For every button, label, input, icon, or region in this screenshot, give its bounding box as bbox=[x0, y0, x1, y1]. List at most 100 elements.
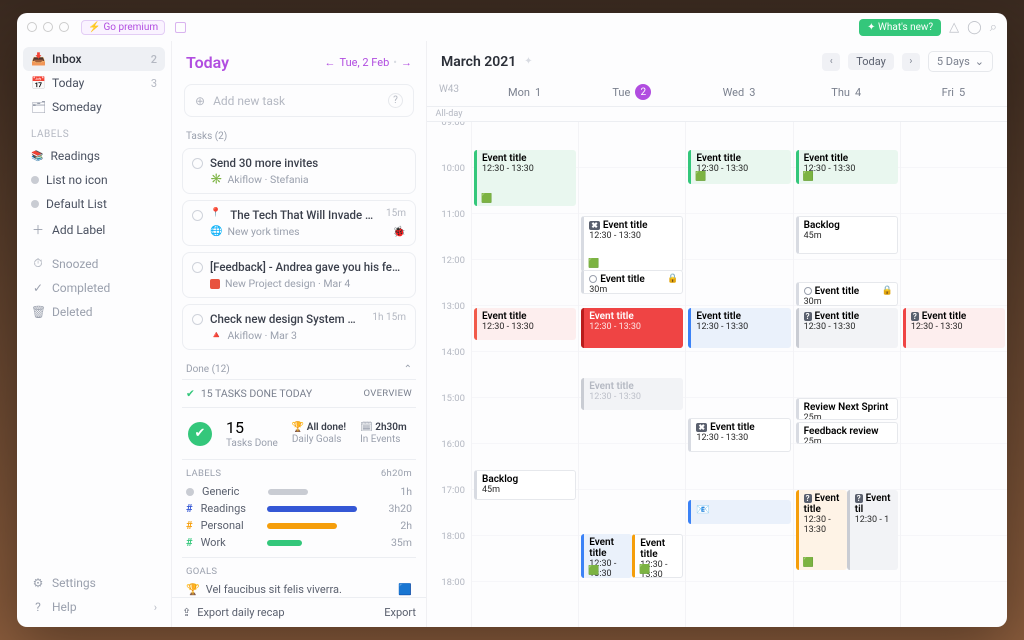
calendar-event[interactable]: ?Event title12:30 - 13:30 bbox=[903, 308, 1005, 348]
calendar-event[interactable]: Event title12:30 - 13:30 bbox=[581, 378, 683, 410]
done-header[interactable]: Done (12)⌃ bbox=[182, 356, 416, 379]
calendar-event[interactable]: ✖Event title12:30 - 13:30🟩 bbox=[581, 216, 683, 272]
chevron-up-icon: ⌃ bbox=[404, 364, 412, 375]
calendar-event[interactable]: Event title12:30 - 13:30 bbox=[688, 308, 790, 348]
sidebar-label[interactable]: 📚Readings bbox=[23, 144, 165, 168]
calendar-event[interactable]: 📧 bbox=[688, 500, 790, 524]
day-header[interactable]: Mon1 bbox=[471, 78, 578, 106]
calendar-event[interactable]: Feedback review25m bbox=[796, 422, 898, 444]
goals-block: GOALS 🏆Vel faucibus sit felis viverra.🟦🏆… bbox=[182, 558, 416, 597]
label-icon: 📚 bbox=[31, 151, 43, 162]
calendar-event[interactable]: ?Event til12:30 - 1 bbox=[847, 490, 898, 570]
add-label-button[interactable]: ＋Add Label bbox=[23, 216, 165, 243]
plus-icon: ⊕ bbox=[195, 94, 205, 108]
task-checkbox[interactable] bbox=[192, 314, 203, 325]
calendar-event[interactable]: Event title30m🔒 bbox=[581, 270, 683, 294]
task-checkbox[interactable] bbox=[192, 210, 203, 221]
calendar-event[interactable]: Event title12:30 - 13:30 bbox=[581, 308, 683, 348]
calendar-grid[interactable]: 09:0010:0011:0012:0013:0014:0015:0016:00… bbox=[427, 122, 1007, 627]
calendar-event[interactable]: ?Event title12:30 - 13:30 bbox=[796, 308, 898, 348]
sidebar-label[interactable]: List no icon bbox=[23, 168, 165, 192]
label-stat-row: #Personal2h bbox=[186, 519, 412, 532]
export-icon: ⇪ bbox=[182, 606, 191, 619]
check-icon: ✔ bbox=[188, 422, 212, 446]
calendar-event[interactable]: Backlog45m bbox=[474, 470, 576, 500]
go-premium-button[interactable]: ⚡ Go premium bbox=[81, 20, 165, 35]
sidebar-item-settings[interactable]: ⚙Settings bbox=[23, 571, 165, 595]
calendar-day-headers: W43 Mon1Tue2Wed3Thu4Fri5 bbox=[427, 78, 1007, 107]
sidebar-item-snoozed[interactable]: ⏱Snoozed bbox=[23, 251, 165, 276]
day-header[interactable]: Fri5 bbox=[900, 78, 1007, 106]
calendar-event[interactable]: Event title12:30 - 13:30 bbox=[474, 308, 576, 340]
calendar-event[interactable]: Backlog45m bbox=[796, 216, 898, 254]
sidebar-label[interactable]: Default List bbox=[23, 192, 165, 216]
calendar-event[interactable]: Event title12:30 - 13:30🟩 bbox=[474, 150, 576, 206]
task-item[interactable]: Check new design System and impro…1h 15m… bbox=[182, 304, 416, 350]
date-nav[interactable]: ← Tue, 2 Feb • → bbox=[325, 56, 412, 69]
sidebar-item-completed[interactable]: ✓Completed bbox=[23, 276, 165, 300]
week-number: W43 bbox=[427, 78, 471, 106]
allday-row: All-day bbox=[427, 107, 1007, 122]
labels-block: LABELS6h20m Generic1h#Readings3h20#Perso… bbox=[182, 460, 416, 558]
gift-icon[interactable] bbox=[175, 22, 186, 33]
prev-week-button[interactable]: ‹ bbox=[822, 53, 840, 71]
calendar-event[interactable]: Event title12:30 - 13:30🟩 bbox=[688, 150, 790, 184]
chevron-down-icon: ⌄ bbox=[975, 55, 984, 68]
prev-day-icon[interactable]: ← bbox=[325, 56, 336, 69]
calendar-panel: March 2021 ✦ ‹ Today › 5 Days ⌄ W43 Mon1… bbox=[427, 41, 1007, 627]
next-week-button[interactable]: › bbox=[902, 53, 920, 71]
calendar-event[interactable]: ✖Event title12:30 - 13:30 bbox=[688, 418, 790, 452]
calendar-event[interactable]: Event title30m🔒 bbox=[796, 282, 898, 306]
labels-section-header: LABELS bbox=[23, 119, 165, 144]
today-button[interactable]: Today bbox=[848, 53, 894, 70]
calendar-event[interactable]: Review Next Sprint25m bbox=[796, 398, 898, 420]
notifications-icon[interactable]: △ bbox=[949, 20, 959, 35]
task-item[interactable]: [Feedback] - Andrea gave you his fee…New… bbox=[182, 252, 416, 298]
sync-icon[interactable]: ◯ bbox=[967, 20, 982, 35]
task-item[interactable]: 📍The Tech That Will Invade Our Lives i…1… bbox=[182, 200, 416, 246]
sidebar-item-today[interactable]: 📅Today3 bbox=[23, 71, 165, 95]
sidebar-item-someday[interactable]: 🗂Someday bbox=[23, 95, 165, 119]
label-color-icon bbox=[31, 176, 39, 184]
nav-icon: 📥 bbox=[31, 52, 45, 66]
plus-icon: ＋ bbox=[31, 221, 45, 238]
sidebar-item-inbox[interactable]: 📥Inbox2 bbox=[23, 47, 165, 71]
nav-icon: 🗂 bbox=[31, 100, 45, 114]
day-header[interactable]: Thu4 bbox=[793, 78, 900, 106]
traffic-max-icon[interactable] bbox=[59, 22, 69, 32]
day-header[interactable]: Tue2 bbox=[578, 78, 685, 106]
traffic-min-icon[interactable] bbox=[43, 22, 53, 32]
label-stat-row: #Readings3h20 bbox=[186, 502, 412, 515]
label-color-icon bbox=[31, 200, 39, 208]
titlebar: ⚡ Go premium ✦ What's new? △ ◯ ⌕ bbox=[17, 13, 1007, 41]
day-header[interactable]: Wed3 bbox=[685, 78, 792, 106]
sidebar: 📥Inbox2📅Today3🗂Someday LABELS 📚ReadingsL… bbox=[17, 41, 172, 627]
lock-icon: 🔒 bbox=[667, 274, 678, 284]
task-checkbox[interactable] bbox=[192, 262, 203, 273]
add-task-input[interactable]: ⊕ Add new task ? bbox=[184, 84, 414, 117]
calendar-event[interactable]: Event title12:30 - 13:30🟩 bbox=[581, 534, 632, 578]
sidebar-item-deleted[interactable]: 🗑Deleted bbox=[23, 300, 165, 324]
lock-icon: 🔒 bbox=[882, 286, 893, 296]
chevron-right-icon: › bbox=[154, 601, 157, 614]
calendar-event[interactable]: Event title12:30 - 13:30🟩 bbox=[796, 150, 898, 184]
task-checkbox[interactable] bbox=[192, 158, 203, 169]
whats-new-button[interactable]: ✦ What's new? bbox=[859, 19, 941, 36]
calendar-event[interactable]: Event title12:30 - 13:30🟩 bbox=[632, 534, 683, 578]
sidebar-item-help[interactable]: ?Help› bbox=[23, 595, 165, 619]
label-stat-row: Generic1h bbox=[186, 485, 412, 498]
export-bar[interactable]: ⇪ Export daily recap Export bbox=[172, 597, 426, 627]
nav-icon: ✓ bbox=[31, 281, 45, 295]
help-icon[interactable]: ? bbox=[388, 93, 403, 108]
traffic-close-icon[interactable] bbox=[27, 22, 37, 32]
task-item[interactable]: Send 30 more invites✳️Akiflow · Stefania bbox=[182, 148, 416, 194]
search-icon[interactable]: ⌕ bbox=[990, 20, 997, 35]
range-select[interactable]: 5 Days ⌄ bbox=[928, 51, 993, 72]
nav-icon: 📅 bbox=[31, 76, 45, 90]
today-panel: Today ← Tue, 2 Feb • → ⊕ Add new task ? … bbox=[172, 41, 427, 627]
next-day-icon[interactable]: → bbox=[401, 56, 412, 69]
calendar-month: March 2021 bbox=[441, 54, 516, 70]
calendar-event[interactable]: ?Event title12:30 - 13:30🟩 bbox=[796, 490, 847, 570]
nav-icon: ⚙ bbox=[31, 576, 45, 590]
done-summary[interactable]: ✔ 15 TASKS DONE TODAY OVERVIEW bbox=[182, 379, 416, 408]
